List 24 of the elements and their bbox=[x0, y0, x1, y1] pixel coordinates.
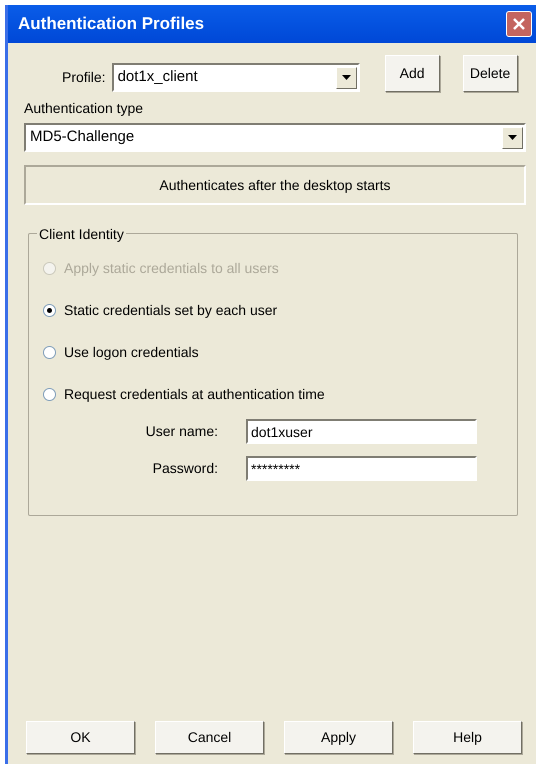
close-icon bbox=[512, 17, 526, 31]
profile-dropdown[interactable]: dot1x_client bbox=[112, 63, 360, 92]
radio-button[interactable] bbox=[43, 388, 56, 401]
dialog-button[interactable]: Help bbox=[413, 721, 522, 754]
text-field[interactable]: dot1xuser bbox=[246, 419, 477, 444]
radio-button[interactable] bbox=[43, 346, 56, 359]
dialog-button[interactable]: Cancel bbox=[155, 721, 264, 754]
radio-label[interactable]: Static credentials set by each user bbox=[64, 300, 278, 321]
text-field[interactable]: ********* bbox=[246, 456, 477, 481]
field-label: User name: bbox=[144, 422, 219, 441]
profile-label: Profile: bbox=[62, 68, 106, 87]
profile-button[interactable]: Delete bbox=[462, 55, 518, 92]
auth-type-label: Authentication type bbox=[24, 99, 144, 118]
auth-type-dropdown[interactable]: MD5-Challenge bbox=[24, 123, 526, 152]
field-label: Password: bbox=[152, 459, 219, 478]
radio-label[interactable]: Use logon credentials bbox=[64, 342, 199, 363]
info-panel: Authenticates after the desktop starts bbox=[24, 165, 526, 205]
radio-button[interactable] bbox=[43, 304, 56, 317]
profile-button[interactable]: Add bbox=[384, 55, 440, 92]
close-button[interactable] bbox=[506, 11, 532, 37]
window-title: Authentication Profiles bbox=[18, 13, 204, 36]
radio-label[interactable]: Request credentials at authentication time bbox=[64, 384, 325, 405]
dialog-button[interactable]: Apply bbox=[284, 721, 393, 754]
dialog-button[interactable]: OK bbox=[26, 721, 135, 754]
